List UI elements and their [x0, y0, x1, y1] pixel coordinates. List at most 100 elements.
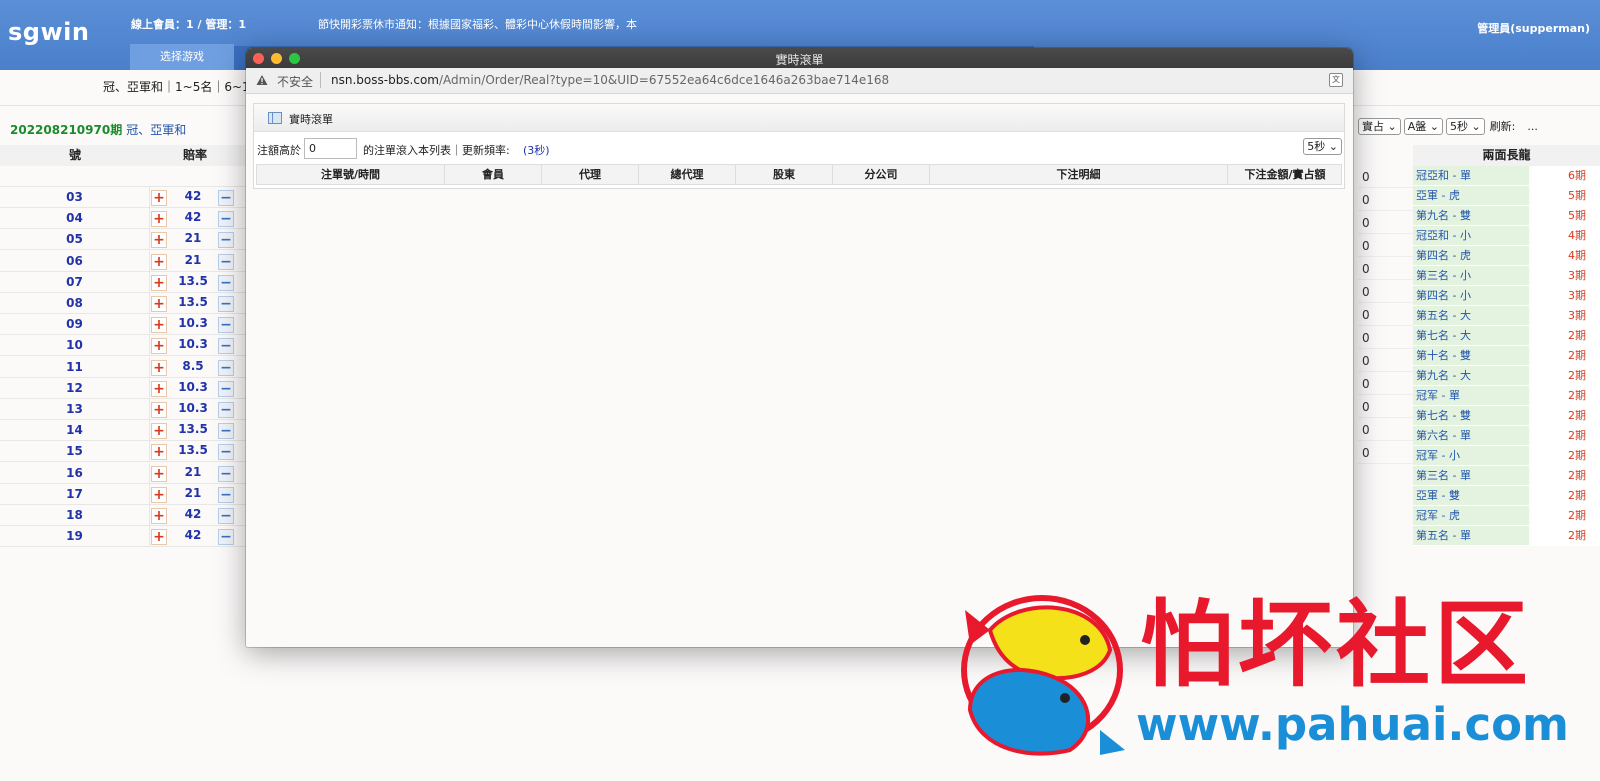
- dragon-name: 第四名 - 小: [1413, 286, 1529, 305]
- list-item: 第三名 - 單 2期: [1413, 466, 1600, 486]
- odds-table-spacer: [0, 166, 248, 187]
- row-number: 08: [0, 293, 150, 314]
- plus-icon[interactable]: +: [151, 529, 167, 546]
- table-row: 11 +8.5−: [0, 356, 248, 378]
- plus-icon[interactable]: +: [151, 465, 167, 482]
- subnav-links[interactable]: 冠、亞軍和｜1~5名｜6~10名: [103, 78, 253, 95]
- table-row: 04 +42 −: [0, 208, 248, 230]
- minus-icon[interactable]: −: [218, 402, 234, 418]
- minus-icon[interactable]: −: [218, 380, 234, 397]
- address-bar[interactable]: 不安全 nsn.boss-bbs.com/Admin/Order/Real?ty…: [246, 68, 1353, 94]
- dragon-count: 2期: [1531, 466, 1600, 485]
- table-row: 17 +21 −: [0, 483, 248, 505]
- period-name: 冠、亞軍和: [126, 123, 187, 137]
- plus-icon[interactable]: +: [151, 444, 167, 461]
- dragon-count: 3期: [1531, 286, 1600, 305]
- plus-icon[interactable]: +: [151, 359, 167, 376]
- minus-icon[interactable]: −: [218, 465, 234, 482]
- minus-icon[interactable]: −: [218, 444, 234, 461]
- header-odds: 賠率: [182, 148, 207, 162]
- fish-logo-icon: [961, 595, 1125, 756]
- plus-icon[interactable]: +: [151, 338, 167, 355]
- minus-icon[interactable]: −: [218, 211, 234, 228]
- dragon-name: 第六名 - 單: [1413, 426, 1529, 445]
- row-number: 07: [0, 271, 150, 293]
- minus-icon[interactable]: −: [218, 486, 234, 503]
- dragon-count: 2期: [1531, 386, 1600, 405]
- plus-icon[interactable]: +: [151, 402, 167, 418]
- plus-icon[interactable]: +: [151, 296, 167, 312]
- minus-icon[interactable]: −: [218, 359, 234, 376]
- dragon-name: 冠亞和 - 單: [1413, 166, 1529, 185]
- row-number: 19: [0, 526, 150, 548]
- row-number: 04: [0, 208, 150, 230]
- dragon-name: 第三名 - 小: [1413, 266, 1529, 285]
- notice-marquee: 節快開彩票休市通知：根據國家福彩、體彩中心休假時間影響，本: [318, 18, 637, 31]
- row-odds: 13.5: [178, 443, 208, 458]
- row-odds: 42: [184, 528, 202, 543]
- row-number: 18: [0, 505, 150, 526]
- screen: sgwin 線上會員：1 / 管理：1 節快開彩票休市通知：根據國家福彩、體彩中…: [0, 0, 1600, 781]
- warning-icon: [256, 75, 268, 85]
- list-item: 亞軍 - 雙 2期: [1413, 486, 1600, 506]
- plus-icon[interactable]: +: [151, 423, 167, 440]
- minus-icon[interactable]: −: [218, 232, 234, 249]
- minus-icon[interactable]: −: [218, 508, 234, 524]
- dragon-name: 冠亞和 - 小: [1413, 226, 1529, 245]
- url-text[interactable]: nsn.boss-bbs.com/Admin/Order/Real?type=1…: [331, 73, 889, 87]
- admin-user-link[interactable]: 管理員(supperman): [1477, 20, 1590, 36]
- minus-icon[interactable]: −: [218, 317, 234, 334]
- amount-threshold-input[interactable]: 0: [304, 138, 357, 159]
- online-count: 線上會員：1 / 管理：1: [131, 18, 246, 31]
- list-item: 第六名 - 單 2期: [1413, 426, 1600, 446]
- plus-icon[interactable]: +: [151, 317, 167, 334]
- list-item: 冠亞和 - 小 4期: [1413, 226, 1600, 246]
- header-number: 號: [68, 148, 81, 162]
- minus-icon[interactable]: −: [218, 253, 234, 270]
- plus-icon[interactable]: +: [151, 274, 167, 291]
- list-item: 第五名 - 單 2期: [1413, 526, 1600, 546]
- minus-icon[interactable]: −: [218, 296, 234, 312]
- list-item: 第九名 - 大 2期: [1413, 366, 1600, 386]
- minus-icon[interactable]: −: [218, 338, 234, 355]
- list-item: 冠军 - 虎 2期: [1413, 506, 1600, 526]
- table-row: 06 +21 −: [0, 250, 248, 272]
- row-number: 14: [0, 420, 150, 442]
- interval-select[interactable]: 5秒 ⌄: [1445, 118, 1485, 135]
- dragon-name: 第四名 - 虎: [1413, 246, 1529, 265]
- amount-cell: 0: [1358, 189, 1413, 211]
- window-icon: [268, 112, 282, 124]
- minus-icon[interactable]: −: [218, 274, 234, 291]
- dragon-count: 2期: [1531, 406, 1600, 425]
- tab-select-game[interactable]: 选择游戏: [130, 44, 234, 70]
- share-select[interactable]: 實占 ⌄: [1358, 118, 1401, 135]
- plus-icon[interactable]: +: [151, 380, 167, 397]
- long-dragon-title: 兩面長龍: [1413, 145, 1600, 166]
- list-item: 第七名 - 雙 2期: [1413, 406, 1600, 426]
- row-number: 03: [0, 187, 150, 208]
- plus-icon[interactable]: +: [151, 508, 167, 524]
- panel-header: 實時滾單: [254, 104, 1344, 132]
- plus-icon[interactable]: +: [151, 190, 167, 206]
- pan-select[interactable]: A盤 ⌄: [1403, 118, 1443, 135]
- plus-icon[interactable]: +: [151, 486, 167, 503]
- plus-icon[interactable]: +: [151, 211, 167, 228]
- row-odds: 8.5: [182, 358, 204, 373]
- col-order-time: 注單號/時間: [257, 165, 445, 184]
- filter-prefix: 注額高於: [257, 144, 301, 157]
- minus-icon[interactable]: −: [218, 190, 234, 206]
- panel-title: 實時滾單: [289, 113, 333, 126]
- dragon-name: 亞軍 - 虎: [1413, 186, 1529, 205]
- window-titlebar[interactable]: 實時滾單: [246, 48, 1353, 68]
- row-odds: 10.3: [178, 401, 208, 415]
- dragon-count: 3期: [1531, 306, 1600, 325]
- dragon-name: 第五名 - 單: [1413, 526, 1529, 545]
- orders-table-header: 注單號/時間 會員 代理 總代理 股東 分公司 下注明細 下注金額/實占額: [256, 164, 1342, 185]
- plus-icon[interactable]: +: [151, 253, 167, 270]
- translate-icon[interactable]: 文: [1329, 73, 1343, 87]
- frequency-select[interactable]: 5秒 ⌄: [1303, 138, 1342, 155]
- minus-icon[interactable]: −: [218, 423, 234, 440]
- row-number: 05: [0, 229, 150, 251]
- minus-icon[interactable]: −: [218, 529, 234, 546]
- plus-icon[interactable]: +: [151, 232, 167, 249]
